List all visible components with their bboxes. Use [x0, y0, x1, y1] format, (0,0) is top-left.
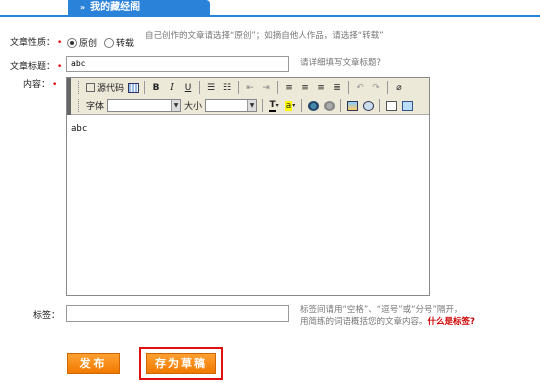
toolbar-handle [67, 78, 71, 115]
align-justify-button[interactable]: ≣ [330, 81, 344, 95]
toolbar-row-1: 源代码 B I U ☰ ☷ ⇤ ⇥ ≡ ≡ ≡ ≣ ↶ ↷ ⌀ [75, 79, 407, 96]
tags-input[interactable] [66, 305, 289, 322]
double-arrow-icon: » [80, 3, 86, 12]
toolbar-separator [199, 81, 201, 94]
text-color-button[interactable]: T ▾ [267, 99, 281, 113]
align-left-icon: ≡ [285, 82, 293, 93]
toolbar-separator [277, 81, 279, 94]
source-icon [86, 83, 95, 92]
radio-original-label: 原创 [79, 39, 98, 49]
align-right-icon: ≡ [317, 82, 325, 93]
toolbar-separator [238, 81, 240, 94]
title-input[interactable]: abc [66, 56, 289, 72]
toolbar-separator [301, 99, 303, 112]
chevron-down-icon: ▼ [247, 100, 257, 111]
title-hint: 请详细填写文章标题? [300, 58, 382, 68]
toolbar-separator [340, 99, 342, 112]
font-select[interactable]: ▼ [107, 99, 182, 112]
indent-button[interactable]: ⇥ [259, 81, 273, 95]
save-draft-button[interactable]: 存为草稿 [146, 353, 216, 374]
table-icon [127, 82, 139, 93]
toolbar-separator [387, 81, 389, 94]
unlink-icon [323, 100, 335, 111]
undo-icon: ↶ [356, 82, 364, 93]
toolbar-grip [78, 99, 82, 112]
toolbar-grip [78, 81, 82, 94]
radio-original-dot[interactable] [67, 37, 77, 48]
radio-repost[interactable]: 转载 [104, 36, 134, 49]
emoticon-button[interactable] [361, 99, 375, 113]
preview-button[interactable] [384, 99, 398, 113]
size-label: 大小 [184, 102, 203, 112]
eraser-icon: ⌀ [396, 82, 402, 93]
chevron-down-icon: ▼ [171, 100, 181, 111]
undo-button[interactable]: ↶ [353, 81, 367, 95]
outdent-button[interactable]: ⇤ [243, 81, 257, 95]
outdent-icon: ⇤ [246, 82, 254, 93]
underline-button[interactable]: U [181, 81, 195, 95]
toolbar-separator [262, 99, 264, 112]
publish-button[interactable]: 发布 [67, 353, 120, 374]
eraser-button[interactable]: ⌀ [392, 81, 406, 95]
link-globe-icon [307, 100, 319, 111]
ordered-list-button[interactable]: ☰ [204, 81, 218, 95]
size-select[interactable]: ▼ [205, 99, 258, 112]
editor-toolbar: 源代码 B I U ☰ ☷ ⇤ ⇥ ≡ ≡ ≡ ≣ ↶ ↷ ⌀ 字体 ▼ 大小 … [67, 78, 429, 115]
bold-button[interactable]: B [149, 81, 163, 95]
fullscreen-icon [401, 100, 413, 111]
font-label: 字体 [86, 102, 105, 112]
image-icon [346, 100, 358, 111]
toolbar-separator [144, 81, 146, 94]
tags-hint: 标签间请用“空格”、“逗号”或“分号”隔开， 用简练的词语概括您的文章内容。什么… [300, 304, 475, 328]
tab-my-collection[interactable]: » 我的藏经阁 [68, 0, 210, 16]
image-button[interactable] [345, 99, 359, 113]
article-title-label: 文章标题： • [10, 62, 63, 72]
radio-repost-dot[interactable] [104, 37, 114, 48]
align-center-button[interactable]: ≡ [298, 81, 312, 95]
tab-title: 我的藏经阁 [90, 2, 141, 13]
flash-icon [362, 100, 374, 111]
align-left-button[interactable]: ≡ [282, 81, 296, 95]
toolbar-separator [379, 99, 381, 112]
preview-icon [385, 100, 397, 111]
unordered-list-icon: ☷ [222, 82, 232, 93]
radio-original[interactable]: 原创 [67, 36, 97, 49]
link-button[interactable] [306, 99, 320, 113]
rich-text-editor: 源代码 B I U ☰ ☷ ⇤ ⇥ ≡ ≡ ≡ ≣ ↶ ↷ ⌀ 字体 ▼ 大小 … [66, 77, 430, 296]
italic-button[interactable]: I [165, 81, 179, 95]
radio-repost-label: 转载 [116, 39, 135, 49]
tags-hint-line1: 标签间请用“空格”、“逗号”或“分号”隔开， [300, 305, 463, 315]
article-type-label: 文章性质： • [10, 38, 63, 48]
source-code-button[interactable]: 源代码 [86, 81, 124, 95]
unlink-button[interactable] [322, 99, 336, 113]
table-button[interactable] [126, 81, 140, 95]
tags-label: 标签： [33, 311, 61, 321]
toolbar-separator [348, 81, 350, 94]
align-justify-icon: ≣ [333, 82, 341, 93]
fullscreen-button[interactable] [400, 99, 414, 113]
content-label: 内容： • [23, 80, 58, 90]
unordered-list-button[interactable]: ☷ [220, 81, 234, 95]
header-bar: » 我的藏经阁 [0, 0, 540, 17]
align-center-icon: ≡ [301, 82, 309, 93]
redo-icon: ↷ [372, 82, 380, 93]
ordered-list-icon: ☰ [206, 82, 216, 93]
tags-hint-line2: 用简练的词语概括您的文章内容。 [300, 317, 428, 327]
editor-content[interactable]: abc [71, 124, 87, 134]
what-is-tag-link[interactable]: 什么是标签? [428, 317, 475, 327]
toolbar-row-2: 字体 ▼ 大小 ▼ T ▾ a ▾ [75, 97, 415, 114]
align-right-button[interactable]: ≡ [314, 81, 328, 95]
bg-color-button[interactable]: a ▾ [283, 99, 297, 113]
indent-icon: ⇥ [262, 82, 270, 93]
redo-button[interactable]: ↷ [369, 81, 383, 95]
article-type-hint: 自己创作的文章请选择“原创”；如摘自他人作品，请选择“转载” [145, 31, 384, 41]
